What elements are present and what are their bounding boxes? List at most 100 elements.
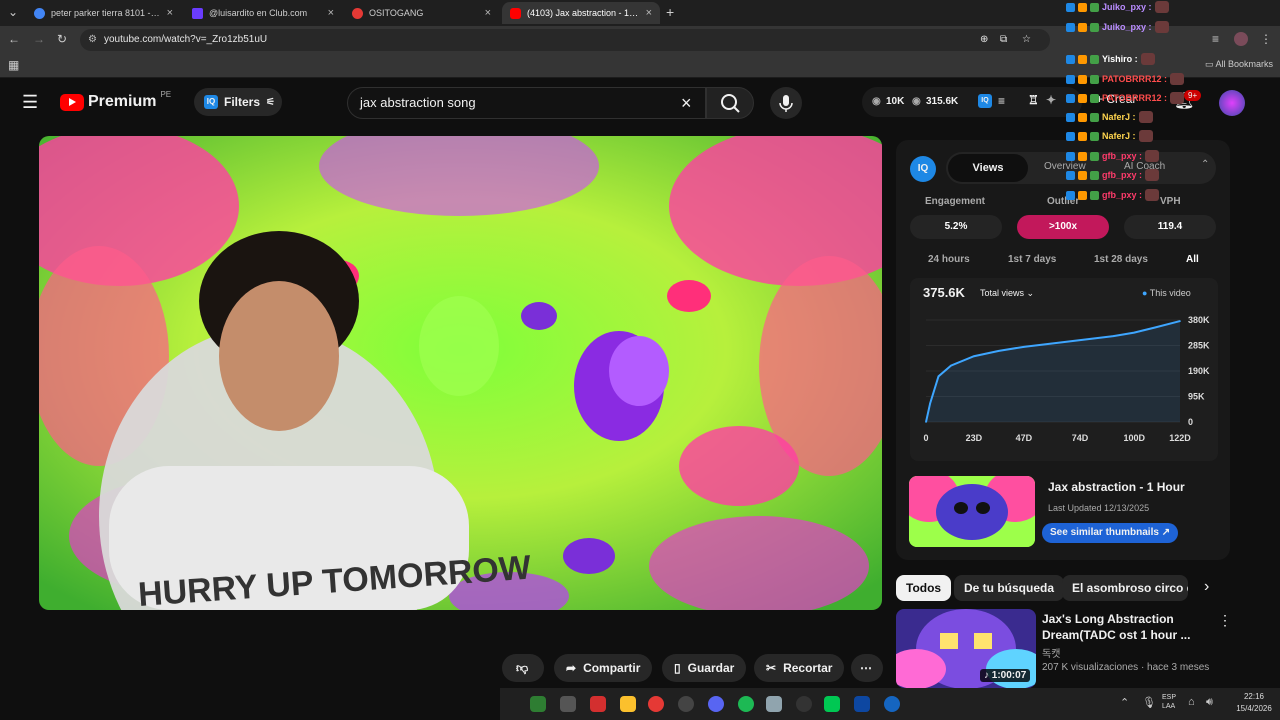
hamburger-menu-icon[interactable]: ☰: [22, 92, 38, 113]
youtube-icon: [510, 7, 521, 19]
reload-icon[interactable]: ↻: [57, 32, 67, 46]
close-icon[interactable]: ×: [328, 7, 334, 19]
chat-username: gfb_pxy :: [1102, 151, 1143, 161]
file-explorer-icon[interactable]: [620, 696, 636, 712]
network-icon[interactable]: ⌂: [1188, 696, 1195, 708]
tab-views[interactable]: Views: [948, 154, 1028, 182]
chart-point: [937, 375, 940, 378]
sparkle-icon[interactable]: ✦: [1046, 93, 1056, 107]
chrome-icon[interactable]: [648, 696, 664, 712]
related-channel[interactable]: 독캣: [1042, 645, 1060, 660]
notes-icon[interactable]: [766, 696, 782, 712]
chat-badge-icon: [1078, 112, 1087, 122]
volume-icon[interactable]: 🔊︎: [1206, 696, 1213, 709]
back-icon[interactable]: ←: [8, 32, 20, 46]
youtube-logo[interactable]: Premium PE: [60, 90, 171, 111]
all-bookmarks-label: All Bookmarks: [1215, 59, 1274, 69]
range-24h[interactable]: 24 hours: [928, 254, 970, 265]
clock-date[interactable]: 15/4/2026: [1230, 704, 1278, 713]
range-all[interactable]: All: [1186, 254, 1199, 265]
url-input[interactable]: ⚙ youtube.com/watch?v=_Zro1zb51uU ⊕ ⧉ ☆: [80, 29, 1050, 51]
search-button[interactable]: [706, 87, 754, 119]
profile-avatar[interactable]: [1234, 32, 1248, 46]
zoom-icon[interactable]: ⊕: [980, 29, 988, 51]
green-app-icon[interactable]: [824, 696, 840, 712]
chart-point: [950, 364, 952, 367]
tray-up-icon[interactable]: ⌃: [1120, 696, 1129, 709]
chat-username: NaferJ :: [1102, 131, 1136, 141]
tab-search-icon[interactable]: ⌄: [8, 5, 18, 19]
chip-circus[interactable]: El asombroso circo di: [1062, 575, 1188, 601]
apps-grid-icon[interactable]: ▦: [8, 58, 19, 72]
vidiq-logo-icon: IQ: [910, 156, 936, 182]
share-button[interactable]: ➦ Compartir: [554, 654, 653, 682]
notification-count-badge: 9+: [1184, 90, 1202, 101]
chips-next-icon[interactable]: ›: [1204, 578, 1209, 596]
total-views-dropdown[interactable]: Total views ⌄: [980, 288, 1034, 299]
obs-icon[interactable]: [678, 696, 694, 712]
menu-icon[interactable]: ⋮: [1260, 32, 1272, 46]
forward-icon[interactable]: →: [33, 32, 45, 46]
range-7d[interactable]: 1st 7 days: [1008, 254, 1056, 265]
site-info-icon[interactable]: ⚙: [88, 29, 97, 51]
terminal-icon[interactable]: [854, 696, 870, 712]
chart-point: [925, 421, 927, 423]
close-icon[interactable]: ×: [167, 7, 173, 19]
close-icon[interactable]: ×: [646, 7, 652, 19]
discord-icon[interactable]: [708, 696, 724, 712]
video-thumbnail[interactable]: [909, 476, 1035, 547]
dislike-button[interactable]: 👎︎: [502, 654, 544, 682]
clock-time[interactable]: 22:16: [1234, 692, 1274, 701]
chat-emote-icon: [1140, 53, 1155, 65]
related-video-thumbnail[interactable]: ♪ 1:00:07: [896, 609, 1036, 688]
range-28d[interactable]: 1st 28 days: [1094, 254, 1148, 265]
cast-icon[interactable]: ⧉: [1000, 29, 1007, 51]
tab-3[interactable]: OSITOGANG ×: [344, 2, 499, 24]
bookmark-star-icon[interactable]: ☆: [1022, 29, 1031, 51]
share-label: Compartir: [583, 661, 641, 675]
app-dark-icon[interactable]: [796, 696, 812, 712]
tab-1[interactable]: peter parker tierra 8101 - Busca ×: [26, 2, 181, 24]
total-views-label: Total views: [980, 288, 1025, 298]
chart-x-tick: 23D: [966, 433, 983, 443]
eye-icon: ◉: [872, 96, 881, 107]
filters-label: Filters: [224, 95, 261, 109]
close-icon[interactable]: ×: [485, 7, 491, 19]
collapse-icon[interactable]: ⌃: [1201, 159, 1209, 170]
chip-all[interactable]: Todos: [896, 575, 952, 601]
tab-4[interactable]: (4103) Jax abstraction - 1 Hour ×: [502, 2, 660, 24]
account-avatar[interactable]: [1219, 90, 1245, 116]
spotify-icon[interactable]: [738, 696, 754, 712]
views-line-chart: 380K 285K 190K 95K 0 0 23D 47D 74D 100D 122D: [923, 315, 1210, 443]
extensions-icon[interactable]: ≡: [1212, 32, 1219, 46]
vidiq-icon: IQ: [204, 95, 218, 109]
app-icon[interactable]: [560, 696, 576, 712]
vidiq-icon[interactable]: IQ: [978, 94, 992, 108]
clip-button[interactable]: ✂ Recortar: [754, 654, 845, 682]
new-tab-icon[interactable]: +: [666, 4, 674, 20]
similar-thumbnails-button[interactable]: See similar thumbnails ↗: [1042, 523, 1179, 543]
tree-app-icon[interactable]: [530, 696, 546, 712]
app-red-icon[interactable]: [590, 696, 606, 712]
chip-from-search[interactable]: De tu búsqueda: [954, 575, 1065, 601]
language-indicator[interactable]: ESP LAA: [1162, 693, 1176, 711]
voice-search-button[interactable]: [770, 87, 802, 119]
chat-badge-icon: [1078, 151, 1087, 161]
video-player[interactable]: HURRY UP TOMORROW: [39, 136, 882, 610]
list-icon[interactable]: ≡: [998, 94, 1005, 108]
related-video-title[interactable]: Jax's Long Abstraction Dream(TADC ost 1 …: [1042, 611, 1202, 643]
more-actions-button[interactable]: ⋯: [851, 654, 883, 682]
tab-2[interactable]: @luisardito en Club.com ×: [184, 2, 342, 24]
search-input[interactable]: jax abstraction song ×: [347, 87, 706, 119]
all-bookmarks[interactable]: ▭ All Bookmarks: [1205, 59, 1273, 70]
related-more-icon[interactable]: ⋮: [1218, 612, 1232, 629]
filters-button[interactable]: IQ Filters ⚟: [194, 88, 282, 116]
save-button[interactable]: ▯ Guardar: [662, 654, 747, 682]
trophy-icon[interactable]: ♖: [1028, 93, 1039, 107]
legend-this-video: ● This video: [1142, 288, 1191, 298]
chart-point: [1023, 346, 1025, 348]
chat-badge-icon: [1066, 2, 1075, 12]
clear-search-icon[interactable]: ×: [681, 93, 692, 114]
mic-tray-icon[interactable]: 🎙︎: [1142, 696, 1156, 709]
steam-icon[interactable]: [884, 696, 900, 712]
